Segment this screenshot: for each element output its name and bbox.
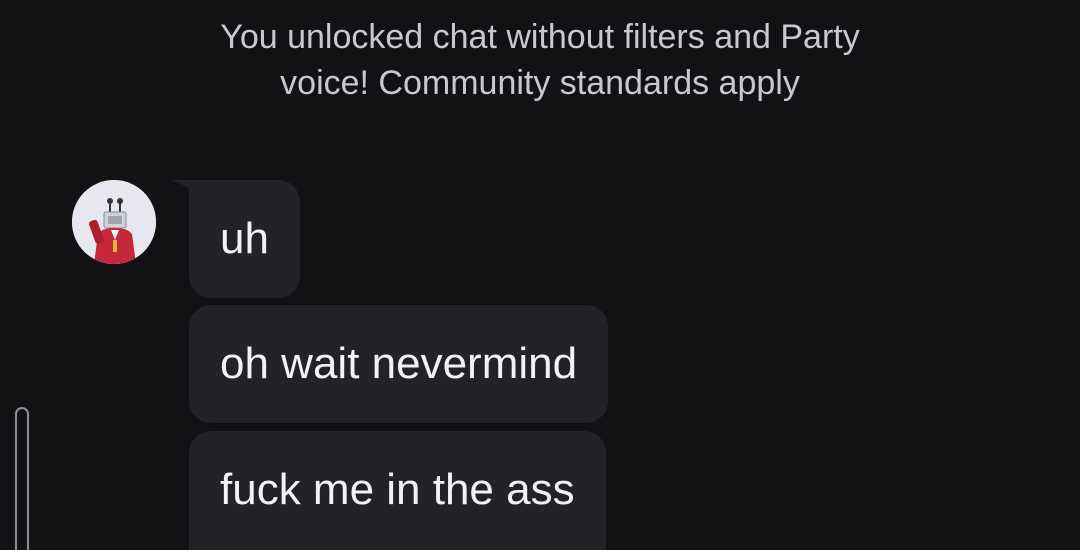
system-notice-line-2: voice! Community standards apply — [280, 64, 800, 102]
message-bubble[interactable]: fuck me in the ass — [189, 431, 606, 550]
scrollbar-handle[interactable] — [15, 407, 29, 550]
message-text: uh — [220, 214, 269, 263]
message-bubble[interactable]: oh wait nevermind — [189, 305, 609, 423]
message-bubble[interactable]: uh — [189, 180, 300, 298]
chat-screen: You unlocked chat without filters and Pa… — [0, 0, 1080, 550]
sender-avatar[interactable] — [72, 180, 156, 264]
message-text: oh wait nevermind — [220, 339, 578, 388]
message-text: fuck me in the ass — [220, 465, 575, 514]
system-notice: You unlocked chat without filters and Pa… — [140, 14, 940, 106]
system-notice-line-1: You unlocked chat without filters and Pa… — [220, 18, 860, 56]
robot-avatar-icon — [72, 180, 156, 264]
